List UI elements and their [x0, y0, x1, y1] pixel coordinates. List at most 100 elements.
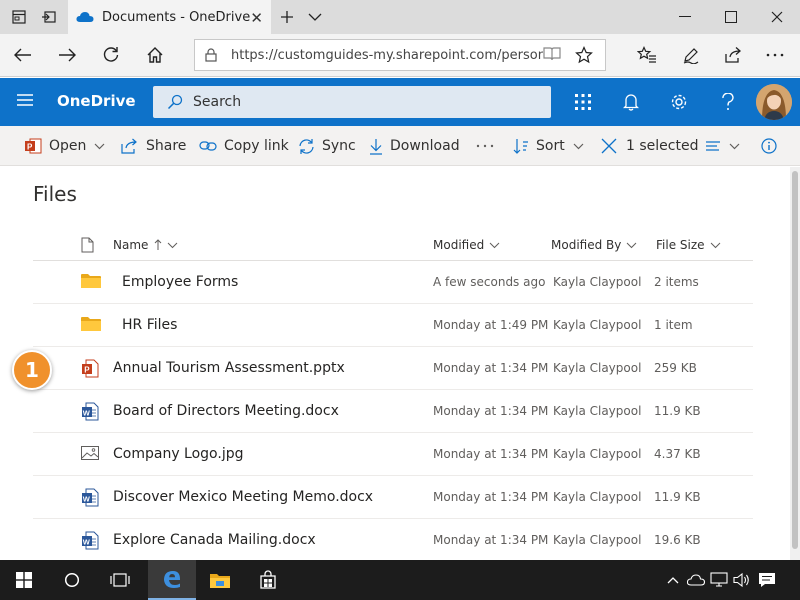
- table-row[interactable]: HR Files Monday at 1:49 PM Kayla Claypoo…: [33, 304, 753, 347]
- close-tab-icon[interactable]: ✕: [250, 9, 263, 27]
- download-button[interactable]: Download: [369, 126, 460, 166]
- file-name[interactable]: Discover Mexico Meeting Memo.docx: [113, 489, 373, 505]
- file-size-column-header[interactable]: File Size: [656, 227, 721, 263]
- command-bar: P Open Share Copy link Sync Download Sor…: [0, 126, 800, 166]
- maximize-icon[interactable]: [708, 0, 754, 34]
- edge-browser-icon[interactable]: [148, 560, 196, 600]
- powerpoint-file-icon: P: [81, 359, 99, 382]
- step-callout-badge: 1: [12, 350, 52, 390]
- onedrive-cloud-icon: [76, 12, 94, 22]
- file-modified: Monday at 1:49 PM: [433, 318, 549, 332]
- pen-icon[interactable]: [676, 40, 706, 70]
- browser-address-bar: https://customguides-my.sharepoint.com/p…: [0, 34, 800, 77]
- settings-gear-icon[interactable]: [667, 90, 691, 114]
- chevron-down-icon: [94, 143, 105, 149]
- word-file-icon: W: [81, 488, 99, 511]
- help-icon[interactable]: [716, 90, 740, 114]
- file-name[interactable]: Board of Directors Meeting.docx: [113, 403, 339, 419]
- notifications-bell-icon[interactable]: [619, 90, 643, 114]
- open-button[interactable]: P Open: [24, 126, 105, 166]
- file-modified: Monday at 1:34 PM: [433, 533, 549, 547]
- network-icon[interactable]: [710, 570, 728, 590]
- file-name[interactable]: Annual Tourism Assessment.pptx: [113, 360, 345, 376]
- file-size: 2 items: [654, 275, 699, 289]
- chevron-down-icon: [168, 242, 178, 248]
- file-size: 19.6 KB: [654, 533, 701, 547]
- word-file-icon: W: [81, 402, 99, 425]
- table-row[interactable]: Employee Forms A few seconds ago Kayla C…: [33, 261, 753, 304]
- app-name[interactable]: OneDrive: [57, 92, 136, 110]
- modified-by-column-label: Modified By: [551, 238, 622, 252]
- browser-tab-bar: Documents - OneDrive ✕: [0, 0, 800, 34]
- share-browser-icon[interactable]: [718, 40, 748, 70]
- favorite-star-icon[interactable]: [575, 46, 593, 68]
- app-launcher-icon[interactable]: [571, 90, 595, 114]
- modified-by-column-header[interactable]: Modified By: [551, 227, 637, 263]
- forward-icon[interactable]: [52, 40, 82, 70]
- more-browser-icon[interactable]: [760, 40, 790, 70]
- sort-icon: [513, 139, 528, 154]
- share-button[interactable]: Share: [121, 126, 186, 166]
- set-tabs-aside-icon[interactable]: [36, 4, 62, 30]
- file-size: 11.9 KB: [654, 404, 701, 418]
- file-name[interactable]: Employee Forms: [122, 274, 238, 290]
- svg-text:P: P: [84, 366, 90, 375]
- page-title: Files: [33, 182, 77, 206]
- refresh-icon[interactable]: [96, 40, 126, 70]
- volume-icon[interactable]: [733, 570, 751, 590]
- active-tab[interactable]: Documents - OneDrive ✕: [68, 0, 271, 34]
- onedrive-tray-icon[interactable]: [687, 570, 705, 590]
- file-modified-by: Kayla Claypool: [553, 404, 642, 418]
- copy-link-button[interactable]: Copy link: [199, 126, 289, 166]
- user-avatar[interactable]: [756, 84, 792, 120]
- svg-text:W: W: [83, 409, 91, 418]
- task-view-icon[interactable]: [96, 560, 144, 600]
- view-options-button[interactable]: [705, 126, 740, 166]
- open-label: Open: [49, 138, 87, 154]
- tab-title: Documents - OneDrive: [102, 9, 251, 25]
- scrollbar-thumb[interactable]: [792, 171, 798, 549]
- file-name[interactable]: Company Logo.jpg: [113, 446, 244, 462]
- favorites-hub-icon[interactable]: [632, 40, 662, 70]
- home-icon[interactable]: [140, 40, 170, 70]
- new-tab-icon[interactable]: [274, 4, 300, 30]
- close-window-icon[interactable]: [754, 0, 800, 34]
- clear-selection-button[interactable]: 1 selected: [601, 126, 698, 166]
- file-modified-by: Kayla Claypool: [553, 490, 642, 504]
- reading-view-icon[interactable]: [543, 46, 561, 66]
- info-pane-icon[interactable]: [761, 126, 777, 166]
- vertical-scrollbar[interactable]: [790, 167, 800, 560]
- svg-text:W: W: [83, 495, 91, 504]
- file-explorer-icon[interactable]: [196, 560, 244, 600]
- copy-link-label: Copy link: [224, 138, 289, 154]
- minimize-icon[interactable]: [662, 0, 708, 34]
- modified-column-header[interactable]: Modified: [433, 227, 500, 263]
- file-type-column-icon[interactable]: [81, 227, 94, 263]
- table-row[interactable]: W Discover Mexico Meeting Memo.docx Mond…: [33, 476, 753, 519]
- tab-preview-icon[interactable]: [6, 4, 32, 30]
- navigation-menu-icon[interactable]: [16, 92, 34, 111]
- powerpoint-icon: P: [25, 138, 42, 154]
- more-commands-icon[interactable]: [476, 126, 494, 166]
- address-field[interactable]: https://customguides-my.sharepoint.com/p…: [194, 39, 606, 71]
- file-modified-by: Kayla Claypool: [553, 361, 642, 375]
- cortana-search-icon[interactable]: [48, 560, 96, 600]
- sync-button[interactable]: Sync: [298, 126, 356, 166]
- microsoft-store-icon[interactable]: [244, 560, 292, 600]
- name-column-header[interactable]: Name: [113, 227, 178, 263]
- action-center-icon[interactable]: [758, 570, 776, 590]
- sort-button[interactable]: Sort: [513, 126, 584, 166]
- file-name[interactable]: HR Files: [122, 317, 177, 333]
- table-row[interactable]: Company Logo.jpg Monday at 1:34 PM Kayla…: [33, 433, 753, 476]
- hidden-icons-chevron-icon[interactable]: [664, 570, 682, 590]
- table-row[interactable]: W Board of Directors Meeting.docx Monday…: [33, 390, 753, 433]
- tab-list-chevron-icon[interactable]: [302, 4, 328, 30]
- search-input[interactable]: Search: [153, 86, 551, 118]
- folder-icon: [81, 273, 101, 293]
- windows-start-icon[interactable]: [0, 560, 48, 600]
- file-size: 1 item: [654, 318, 693, 332]
- back-icon[interactable]: [8, 40, 38, 70]
- file-name[interactable]: Explore Canada Mailing.docx: [113, 532, 316, 548]
- table-row[interactable]: W Explore Canada Mailing.docx Monday at …: [33, 519, 753, 560]
- table-row[interactable]: P Annual Tourism Assessment.pptx Monday …: [33, 347, 753, 390]
